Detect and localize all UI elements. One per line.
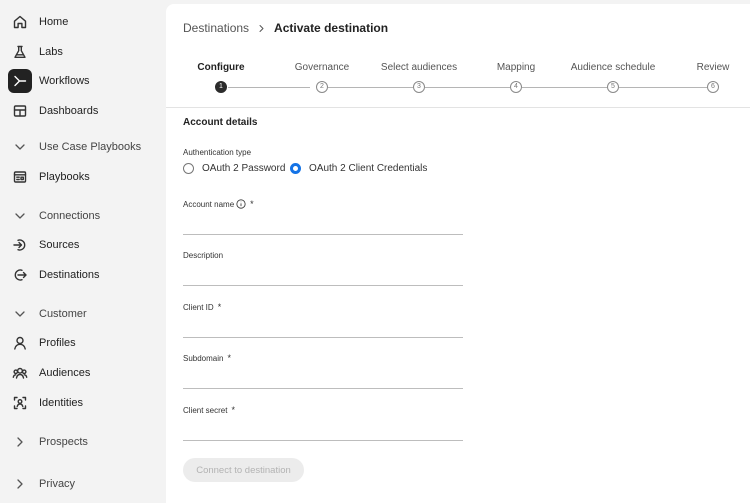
chevron-down-icon [8,302,32,326]
sidebar-item-label: Identities [39,397,84,409]
sidebar-section-label: Customer [39,308,87,320]
step-configure-label[interactable]: Configure [197,62,244,73]
chevron-right-icon [8,430,32,454]
field-label-text: Subdomain [183,353,224,363]
connect-to-destination-button[interactable]: Connect to destination [183,458,304,482]
sidebar-item-workflows[interactable]: Workflows [8,68,90,94]
page-title: Activate destination [274,21,389,35]
sidebar-section-prospects[interactable]: Prospects [8,430,88,454]
radio-button[interactable] [183,163,194,174]
workflow-stepper: Configure 1 Governance 2 Select audience… [166,60,750,108]
chevron-right-icon [257,24,266,33]
sidebar-item-dashboards[interactable]: Dashboards [8,98,98,124]
step-governance-indicator: 2 [316,81,328,93]
sidebar-item-label: Home [39,16,69,28]
sidebar-item-labs[interactable]: Labs [8,39,63,65]
step-mapping-label[interactable]: Mapping [497,62,535,73]
step-review-label[interactable]: Review [697,62,730,73]
step-connector [328,87,413,88]
client-secret-label: Client secret * [183,405,235,415]
auth-type-label: Authentication type [183,148,252,157]
required-asterisk: * [217,302,222,312]
sidebar-item-profiles[interactable]: Profiles [8,330,76,356]
client-id-label: Client ID * [183,302,221,312]
sidebar-item-label: Workflows [39,75,90,87]
subdomain-input[interactable] [183,367,463,389]
dashboard-icon [8,99,32,123]
sidebar-section-connections[interactable]: Connections [8,204,100,228]
section-title: Account details [183,117,258,128]
sidebar-item-destinations[interactable]: Destinations [8,262,100,288]
sidebar-item-playbooks[interactable]: Playbooks [8,164,90,190]
workflow-icon [8,69,32,93]
step-audience-schedule-indicator: 5 [607,81,619,93]
sidebar-nav: Home Labs Workflows Dashboards Use Case … [0,0,166,503]
person-icon [8,331,32,355]
description-input[interactable] [183,264,463,286]
radio-label: OAuth 2 Client Credentials [309,163,428,174]
main-panel: Destinations Activate destination Config… [166,4,750,503]
breadcrumb-destinations-link[interactable]: Destinations [183,21,249,35]
sidebar-item-label: Dashboards [39,105,99,117]
step-mapping-indicator: 4 [510,81,522,93]
sidebar-item-label: Labs [39,46,63,58]
step-select-audiences-indicator: 3 [413,81,425,93]
identity-icon [8,391,32,415]
chevron-down-icon [8,135,32,159]
account-name-label: Account name * [183,199,254,209]
step-connector [619,87,707,88]
home-icon [8,10,32,34]
sidebar-item-label: Profiles [39,337,76,349]
sidebar-item-home[interactable]: Home [8,9,68,35]
step-review-indicator: 6 [707,81,719,93]
chevron-down-icon [8,204,32,228]
account-name-input[interactable] [183,213,463,235]
sidebar-item-audiences[interactable]: Audiences [8,360,90,386]
flask-icon [8,40,32,64]
auth-option-oauth2-password[interactable]: OAuth 2 Password [183,163,285,174]
sidebar-section-label: Connections [39,210,101,222]
step-configure-indicator: 1 [215,81,227,93]
sidebar-section-label: Prospects [39,436,88,448]
client-secret-input[interactable] [183,419,463,441]
info-icon[interactable] [236,199,246,209]
sidebar-item-identities[interactable]: Identities [8,390,83,416]
field-label-text: Client secret [183,405,228,415]
playbook-icon [8,165,32,189]
required-asterisk: * [227,353,231,363]
sidebar-section-use-case-playbooks[interactable]: Use Case Playbooks [8,135,141,159]
auth-option-oauth2-client-credentials[interactable]: OAuth 2 Client Credentials [290,163,427,174]
sidebar-item-sources[interactable]: Sources [8,232,79,258]
chevron-right-icon [8,472,32,496]
audiences-icon [8,361,32,385]
subdomain-label: Subdomain * [183,353,231,363]
radio-label: OAuth 2 Password [202,163,286,174]
sources-icon [8,233,32,257]
required-asterisk: * [231,405,235,415]
step-connector [228,87,310,88]
sidebar-item-label: Audiences [39,367,91,379]
sidebar-item-label: Destinations [39,269,100,281]
sidebar-section-label: Privacy [39,478,76,490]
sidebar-section-customer[interactable]: Customer [8,302,87,326]
step-connector [425,87,510,88]
sidebar-item-label: Playbooks [39,171,90,183]
required-asterisk: * [250,199,254,209]
field-label-text: Client ID [183,302,214,312]
description-label: Description [183,251,224,260]
step-connector [522,87,607,88]
radio-button-selected[interactable] [290,163,301,174]
step-governance-label[interactable]: Governance [295,62,349,73]
sidebar-section-label: Use Case Playbooks [39,141,142,153]
sidebar-item-label: Sources [39,239,80,251]
field-label-text: Account name [183,199,235,209]
destinations-icon [8,263,32,287]
step-select-audiences-label[interactable]: Select audiences [381,62,457,73]
breadcrumb: Destinations Activate destination [183,21,388,35]
sidebar-section-privacy[interactable]: Privacy [8,472,75,496]
client-id-input[interactable] [183,316,463,338]
step-audience-schedule-label[interactable]: Audience schedule [571,62,656,73]
